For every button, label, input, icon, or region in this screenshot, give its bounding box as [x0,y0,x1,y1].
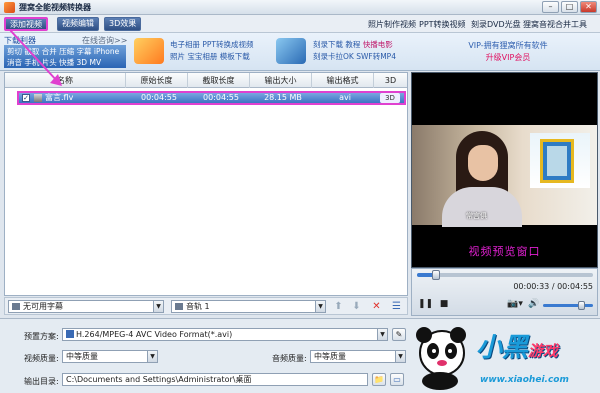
preview-label: 视频预览窗口 [468,245,541,258]
app-icon [4,2,15,13]
pointer-arrow-icon [9,29,62,86]
list-icon[interactable]: ☰ [391,301,402,312]
painting-inner [547,146,567,176]
output-settings: 预置方案: H.264/MPEG-4 AVC Video Format(*.av… [0,318,600,393]
slideshow-icon [134,38,164,64]
upgrade-vip-link[interactable]: 升级VIP会员 [420,52,596,64]
ad-banner: 下载利器 在线咨询>> 剪切 截取 合并 压缩 字幕 iPhone 消音 手机 … [0,33,600,71]
audio-track-select[interactable]: 音轨 1 ▼ [171,300,326,313]
3d-effect-button[interactable]: 3D效果 [104,17,142,31]
burn-dvd-link[interactable]: 刻录DVD光盘 [471,19,521,30]
audio-quality-label: 音频质量: [272,354,307,363]
volume-icon[interactable]: 🔊 [528,299,540,310]
burn-disc-icon [276,38,306,64]
seek-bar[interactable] [417,270,593,280]
browse-folder-icon[interactable]: 📁 [372,373,386,386]
title-bar: 狸窝全能视频转换器 – □ ✕ [0,0,600,15]
photo-to-video-link[interactable]: 照片制作视频 [368,19,416,30]
minimize-button[interactable]: – [542,1,559,13]
output-format: avi [339,93,351,102]
burn-promo-line-2: 刻录卡拉OK SWF转MP4 [313,52,396,61]
chevron-down-icon[interactable]: ▼ [153,301,163,312]
burn-promo[interactable]: 刻录下载 教程 快播电影 刻录卡拉OK SWF转MP4 [313,39,396,63]
output-dir-label: 输出目录: [24,377,59,386]
volume-handle[interactable] [577,301,585,310]
audio-quality-select[interactable]: 中等质量 ▼ [310,350,406,363]
album-promo-line-2: 照片 宝宝相册 模板下载 [170,52,250,61]
time-current: 00:00:33 [513,282,550,291]
audio-quality-value: 中等质量 [314,352,346,361]
column-3d[interactable]: 3D [374,73,407,88]
chevron-down-icon[interactable]: ▼ [315,301,325,312]
3d-badge[interactable]: 3D [380,93,400,103]
video-quality-value: 中等质量 [66,352,98,361]
frame-painting [540,139,574,183]
window-title: 狸窝全能视频转换器 [19,3,91,12]
vip-promo[interactable]: VIP-拥有狸窝所有软件 升级VIP会员 [420,40,596,64]
site-url: www.xiaohei.com [480,375,569,385]
video-quality-label: 视频质量: [24,354,59,363]
time-total: 00:04:55 [557,282,593,291]
subtitle-audio-bar: 无可用字幕 ▼ 音轨 1 ▼ ⬆ ⬇ ✕ ☰ [4,297,408,315]
site-logo: 小黑游戏 [476,327,558,364]
audio-track-value: 音轨 1 [186,302,210,311]
output-size: 28.15 MB [264,93,302,102]
column-cut-length[interactable]: 截取长度 [188,73,250,88]
column-output-format[interactable]: 输出格式 [312,73,374,88]
video-quality-select[interactable]: 中等质量 ▼ [62,350,158,363]
column-original-length[interactable]: 原始长度 [126,73,188,88]
preset-label: 预置方案: [24,332,59,341]
video-frame: 常言俱 [412,125,597,227]
open-folder-icon[interactable]: ▭ [390,373,404,386]
album-promo-line-1: 电子相册 PPT转换成视频 [170,40,254,49]
player-controls: 00:00:33 / 00:04:55 ❚❚ ■ 📷▾ 🔊 [411,268,598,316]
album-promo[interactable]: 电子相册 PPT转换成视频 照片 宝宝相册 模板下载 [170,39,254,63]
timecode: 00:00:33 / 00:04:55 [513,282,593,291]
subtitle-select[interactable]: 无可用字幕 ▼ [8,300,164,313]
stop-icon[interactable]: ■ [438,299,450,310]
chevron-down-icon[interactable]: ▼ [377,329,387,340]
hot-movie-link[interactable]: 快播电影 [363,40,393,49]
audio-icon [175,303,183,310]
brand-name: 小黑 [476,333,529,363]
snapshot-icon[interactable]: 📷▾ [506,299,524,310]
chevron-down-icon[interactable]: ▼ [147,351,157,362]
preset-value: H.264/MPEG-4 AVC Video Format(*.avi) [76,330,233,339]
original-length: 00:04:55 [141,93,177,102]
toolbar: 添加视频 视频编辑 3D效果 照片制作视频 PPT转换视频 刻录DVD光盘 狸窝… [0,15,600,33]
preset-select[interactable]: H.264/MPEG-4 AVC Video Format(*.avi) ▼ [62,328,388,341]
cut-length: 00:04:55 [203,93,239,102]
frame-person-body [442,187,522,227]
video-caption: 常言俱 [466,212,487,220]
subtitle-value: 无可用字幕 [23,302,63,311]
panda-mascot-icon [416,327,466,390]
video-preview: 常言俱 视频预览窗口 [411,72,598,268]
maximize-button[interactable]: □ [561,1,578,13]
file-list[interactable]: 名称 原始长度 截取长度 输出大小 输出格式 3D ✓ 富言.flv 00:04… [4,72,408,296]
chevron-down-icon[interactable]: ▼ [395,351,405,362]
seek-handle[interactable] [432,270,441,280]
video-format-icon [66,330,74,338]
subtitle-icon [12,303,20,310]
volume-slider[interactable] [543,301,593,310]
preset-settings-icon[interactable]: ✎ [392,328,406,341]
output-dir-input[interactable]: C:\Documents and Settings\Administrator\… [62,373,368,386]
delete-icon[interactable]: ✕ [371,301,382,312]
column-output-size[interactable]: 输出大小 [250,73,312,88]
vip-line-1: VIP-拥有狸窝所有软件 [468,41,548,50]
brand-game: 游戏 [528,342,559,360]
frame-person-face [468,145,498,181]
pause-icon[interactable]: ❚❚ [418,299,433,310]
burn-promo-line-1: 刻录下载 教程 快播电影 [313,40,393,49]
av-merge-tool-link[interactable]: 狸窝音视合并工具 [523,19,587,30]
move-up-icon[interactable]: ⬆ [333,301,344,312]
timecode-separator: / [549,282,558,291]
close-button[interactable]: ✕ [580,1,597,13]
move-down-icon[interactable]: ⬇ [351,301,362,312]
ppt-to-video-link[interactable]: PPT转换视频 [419,19,466,30]
